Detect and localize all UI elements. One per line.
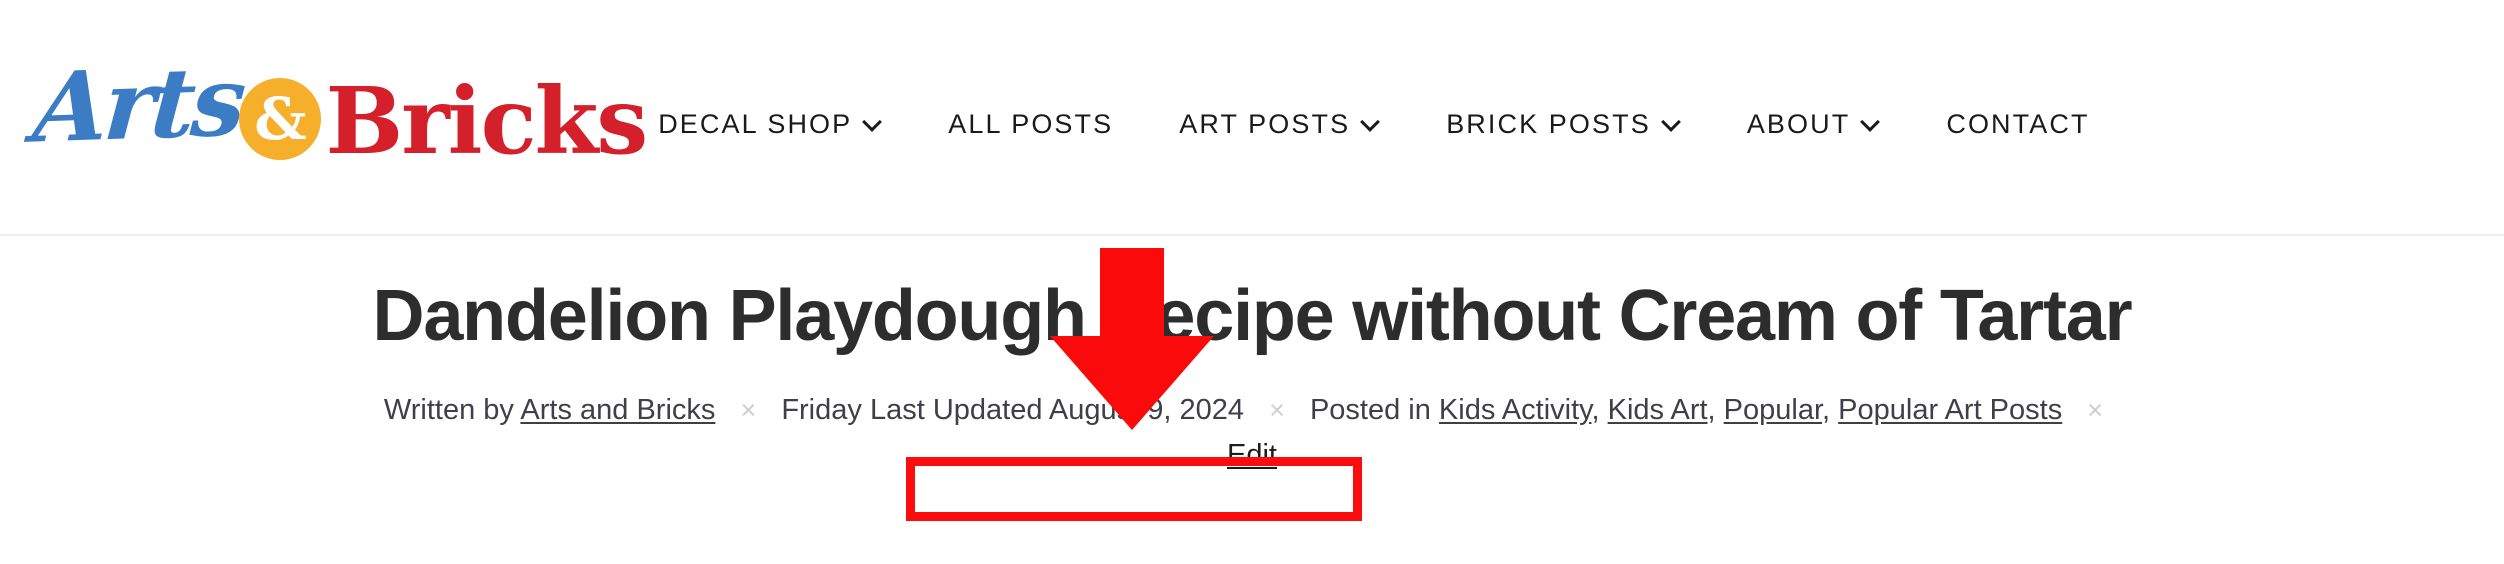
edit-line: Edit <box>0 439 2504 472</box>
logo-word-bricks: Bricks <box>325 67 648 175</box>
nav-item-label: ART POSTS <box>1179 108 1351 139</box>
nav-item-label: ABOUT <box>1746 108 1851 139</box>
category-link-popular[interactable]: Popular <box>1724 394 1822 426</box>
meta-separator-icon: × <box>740 394 757 425</box>
page-title: Dandelion Playdough Recipe without Cream… <box>372 276 2133 356</box>
category-link-kids-activity[interactable]: Kids Activity <box>1439 394 1592 426</box>
main-navigation: DECAL SHOP ALL POSTS ART POSTS BRICK POS… <box>658 0 2089 234</box>
meta-categories-segment: Posted in Kids Activity, Kids Art, Popul… <box>1310 394 2070 426</box>
nav-item-label: CONTACT <box>1946 108 2090 139</box>
chevron-down-icon[interactable] <box>1361 113 1380 132</box>
category-link-popular-art-posts[interactable]: Popular Art Posts <box>1838 394 2062 426</box>
posted-in-label: Posted in <box>1309 393 1431 426</box>
logo-ampersand-badge: & <box>239 78 322 160</box>
chevron-down-icon[interactable] <box>863 113 882 132</box>
meta-date-segment: Friday Last Updated August 9, 2024 <box>781 394 1252 426</box>
nav-item-label: ALL POSTS <box>948 108 1114 139</box>
nav-item-all-posts[interactable]: ALL POSTS <box>948 109 1113 140</box>
post-meta: Written by Arts and Bricks × Friday Last… <box>0 389 2504 431</box>
written-by-label: Written by <box>383 393 514 426</box>
last-updated-text: Last Updated August 9, 2024 <box>869 393 1245 426</box>
nav-item-label: BRICK POSTS <box>1446 108 1651 139</box>
category-link-kids-art[interactable]: Kids Art <box>1608 394 1708 426</box>
meta-separator-icon: × <box>1269 394 1285 425</box>
meta-author-segment: Written by Arts and Bricks <box>384 394 724 426</box>
article-header: Dandelion Playdough Recipe without Cream… <box>0 236 2504 472</box>
nav-item-label: DECAL SHOP <box>658 108 853 139</box>
nav-item-art-posts[interactable]: ART POSTS <box>1179 109 1380 140</box>
category-comma: , <box>1591 393 1600 426</box>
site-header: Arts & Bricks DECAL SHOP ALL POSTS ART P… <box>0 0 2504 236</box>
logo-word-arts: Arts <box>29 44 246 165</box>
chevron-down-icon[interactable] <box>1662 113 1681 132</box>
nav-item-brick-posts[interactable]: BRICK POSTS <box>1446 109 1681 140</box>
edit-link[interactable]: Edit <box>1227 439 1277 471</box>
nav-item-about[interactable]: ABOUT <box>1747 109 1881 140</box>
chevron-down-icon[interactable] <box>1861 113 1880 132</box>
meta-day-prefix: Friday <box>781 393 862 426</box>
nav-item-decal-shop[interactable]: DECAL SHOP <box>658 109 882 140</box>
site-logo[interactable]: Arts & Bricks <box>30 32 648 202</box>
meta-separator-icon: × <box>2087 394 2104 425</box>
nav-item-contact[interactable]: CONTACT <box>1946 109 2089 140</box>
category-comma: , <box>1822 393 1831 426</box>
author-link[interactable]: Arts and Bricks <box>520 394 715 426</box>
category-comma: , <box>1707 393 1716 426</box>
